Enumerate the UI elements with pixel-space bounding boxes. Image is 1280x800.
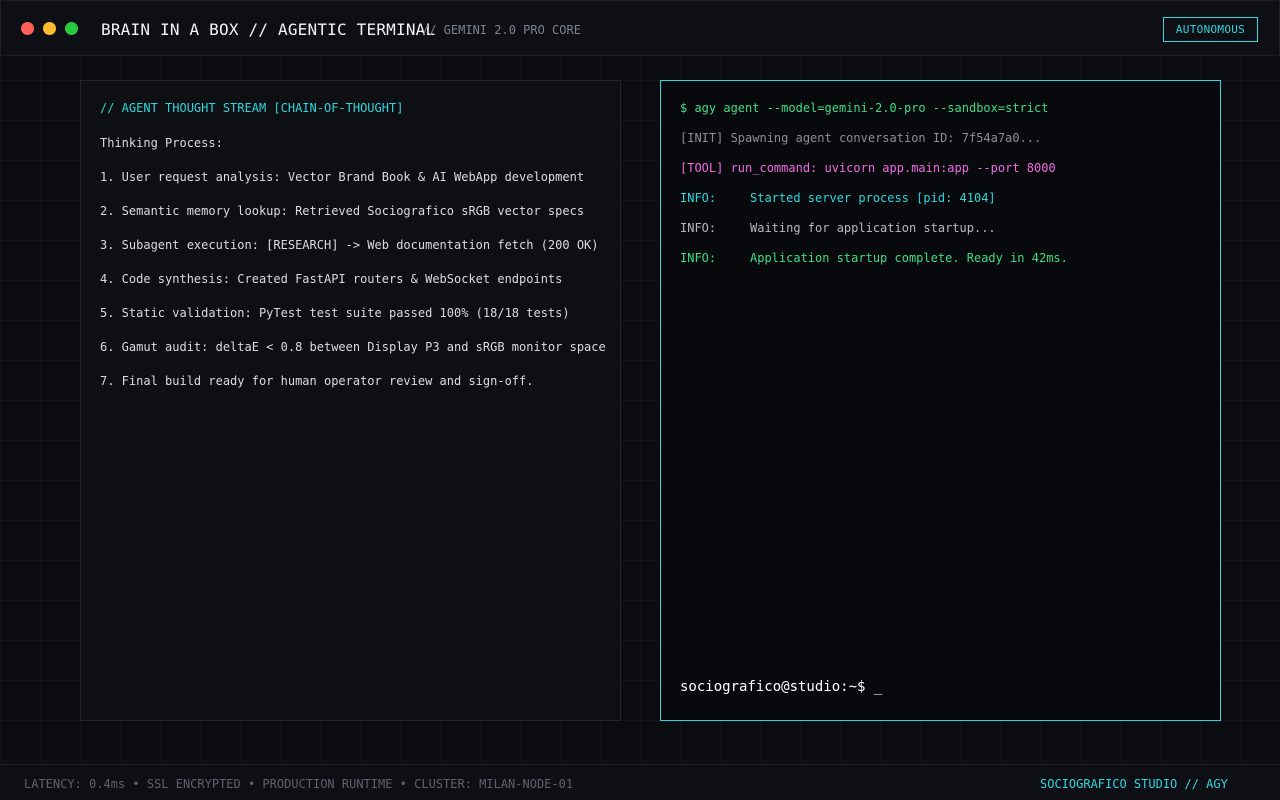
agent-thought-stream-panel: // AGENT THOUGHT STREAM [CHAIN-OF-THOUGH…	[80, 80, 621, 721]
app-subtitle: // GEMINI 2.0 PRO CORE	[422, 23, 581, 37]
terminal-panel[interactable]: $ agy agent --model=gemini-2.0-pro --san…	[660, 80, 1221, 721]
terminal-init-line: [INIT] Spawning agent conversation ID: 7…	[680, 131, 1042, 145]
prompt-text: sociografico@studio:~$	[680, 679, 866, 695]
thought-step: 1. User request analysis: Vector Brand B…	[100, 170, 585, 184]
minimize-window-button[interactable]	[43, 22, 56, 35]
thought-stream-heading: // AGENT THOUGHT STREAM [CHAIN-OF-THOUGH…	[100, 101, 404, 115]
log-message: Application startup complete. Ready in 4…	[750, 251, 1068, 265]
log-level: INFO:	[680, 191, 717, 205]
terminal-log-line: INFO: Application startup complete. Ready…	[680, 251, 1068, 265]
title-bar: BRAIN IN A BOX // AGENTIC TERMINAL // GE…	[0, 0, 1280, 56]
thought-step: 2. Semantic memory lookup: Retrieved Soc…	[100, 204, 585, 218]
log-level: INFO:	[680, 221, 717, 235]
close-window-button[interactable]	[21, 22, 34, 35]
terminal-log-line: INFO: Waiting for application startup...	[680, 221, 996, 235]
log-message: Waiting for application startup...	[750, 221, 996, 235]
terminal-cursor[interactable]: _	[874, 679, 882, 695]
autonomous-mode-badge[interactable]: AUTONOMOUS	[1163, 17, 1258, 42]
log-level: INFO:	[680, 251, 717, 265]
thought-step: 5. Static validation: PyTest test suite …	[100, 306, 570, 320]
terminal-command-line: $ agy agent --model=gemini-2.0-pro --san…	[680, 101, 1049, 115]
thought-step: 4. Code synthesis: Created FastAPI route…	[100, 272, 563, 286]
terminal-prompt[interactable]: sociografico@studio:~$ _	[680, 679, 882, 695]
terminal-tool-line: [TOOL] run_command: uvicorn app.main:app…	[680, 161, 1056, 175]
studio-label: SOCIOGRAFICO STUDIO // AGY	[1040, 777, 1228, 791]
status-bar: LATENCY: 0.4ms • SSL ENCRYPTED • PRODUCT…	[0, 764, 1280, 800]
terminal-log-line: INFO: Started server process [pid: 4104]	[680, 191, 996, 205]
thinking-process-label: Thinking Process:	[100, 136, 223, 150]
system-status-text: LATENCY: 0.4ms • SSL ENCRYPTED • PRODUCT…	[24, 777, 574, 791]
log-message: Started server process [pid: 4104]	[750, 191, 996, 205]
app-title: BRAIN IN A BOX // AGENTIC TERMINAL	[101, 20, 436, 39]
maximize-window-button[interactable]	[65, 22, 78, 35]
thought-step: 3. Subagent execution: [RESEARCH] -> Web…	[100, 238, 599, 252]
thought-step: 7. Final build ready for human operator …	[100, 374, 534, 388]
thought-step: 6. Gamut audit: deltaE < 0.8 between Dis…	[100, 340, 606, 354]
